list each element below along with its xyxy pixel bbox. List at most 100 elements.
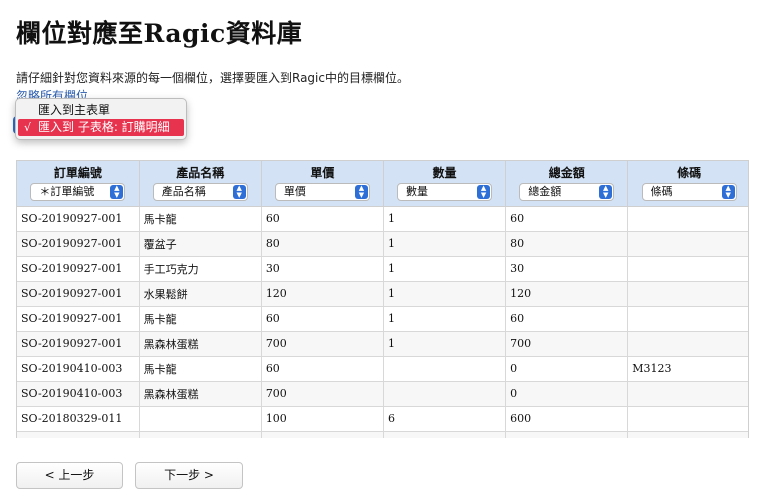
table-cell [627, 231, 748, 257]
table-cell [627, 306, 748, 332]
table-cell [627, 406, 748, 432]
column-header: 條碼 條碼 ▲ ▼ [627, 161, 748, 207]
table-row: SO-20190410-003 馬卡龍 60 0 M3123 [17, 356, 748, 382]
table-cell: 1 [383, 206, 507, 232]
table-cell: 100 [261, 406, 384, 432]
table-cell: 120 [261, 431, 384, 438]
checkmark-icon: √ [24, 121, 32, 134]
column-title: 訂單編號 [53, 166, 102, 180]
column-target-select[interactable]: 數量 ▲ ▼ [397, 183, 493, 201]
table-cell [627, 281, 748, 307]
select-value: 條碼 [650, 185, 673, 198]
table-cell: 700 [261, 381, 384, 407]
table-row: SO-20190927-001 手工巧克力 30 1 30 [17, 256, 748, 282]
table-cell: 30 [261, 256, 384, 282]
table-row: SO-20190927-001 覆盆子 80 1 80 [17, 231, 748, 257]
table-cell [627, 331, 748, 357]
column-header: 單價 單價 ▲ ▼ [261, 161, 384, 207]
select-value: ＊訂單編號 [39, 185, 95, 198]
column-title: 條碼 [677, 166, 702, 180]
table-cell: SO-20180329-011 [17, 431, 140, 438]
column-title: 數量 [432, 166, 457, 180]
updown-arrow-icon: ▲ ▼ [599, 185, 613, 199]
table-row: SO-20190410-003 黑森林蛋糕 700 0 [17, 381, 748, 407]
table-cell: SO-20190927-001 [17, 206, 140, 232]
table-cell [627, 206, 748, 232]
table-cell: SO-20190927-001 [17, 281, 140, 307]
table-cell: 馬卡龍 [139, 206, 262, 232]
dropdown-item-main-form[interactable]: 匯入到主表單 [16, 102, 186, 119]
table-cell: 60 [505, 306, 629, 332]
table-cell: SO-20190927-001 [17, 331, 140, 357]
table-cell: 1 [383, 306, 507, 332]
column-target-select[interactable]: 總金額 ▲ ▼ [519, 183, 615, 201]
dropdown-item-label: 匯入到 子表格: 訂購明細 [38, 120, 170, 134]
table-cell: 馬卡龍 [139, 306, 262, 332]
table-cell [627, 381, 748, 407]
table-cell: 覆盆子 [139, 231, 262, 257]
select-value: 單價 [283, 185, 306, 198]
table-cell: 1 [383, 231, 507, 257]
table-cell: 黑森林蛋糕 [139, 381, 262, 407]
column-header: 總金額 總金額 ▲ ▼ [505, 161, 629, 207]
table-cell: 60 [261, 356, 384, 382]
table-cell: 黑森林蛋糕 [139, 331, 262, 357]
table-cell: 6 [383, 431, 507, 438]
table-cell: SO-20190410-003 [17, 381, 140, 407]
table-cell: SO-20190410-003 [17, 356, 140, 382]
table-cell: 600 [505, 406, 629, 432]
updown-arrow-icon: ▲ ▼ [232, 185, 246, 199]
table-row: SO-20180329-011 100 6 600 [17, 406, 748, 432]
table-cell: 120 [261, 281, 384, 307]
table-cell [627, 256, 748, 282]
table-cell: 720 [505, 431, 629, 438]
table-row: SO-20190927-001 黑森林蛋糕 700 1 700 [17, 331, 748, 357]
column-header: 產品名稱 產品名稱 ▲ ▼ [139, 161, 262, 207]
table-cell: 1 [383, 281, 507, 307]
column-target-select[interactable]: 單價 ▲ ▼ [274, 183, 370, 201]
table-cell: 6 [383, 406, 507, 432]
table-cell: 0 [505, 381, 629, 407]
table-cell: 馬卡龍 [139, 356, 262, 382]
updown-arrow-icon: ▲ ▼ [721, 185, 735, 199]
select-value: 產品名稱 [161, 185, 206, 198]
table-cell [383, 381, 507, 407]
table-cell: SO-20190927-001 [17, 256, 140, 282]
column-target-select[interactable]: 條碼 ▲ ▼ [641, 183, 737, 201]
select-value: 總金額 [528, 185, 562, 198]
table-cell: 80 [261, 231, 384, 257]
table-row: SO-20190927-001 水果鬆餅 120 1 120 [17, 281, 748, 307]
column-header: 數量數量 ▲ ▼ [383, 161, 507, 207]
table-row: SO-20180329-011水果塔1206720 [17, 431, 748, 438]
next-step-button[interactable]: 下一步 > [135, 462, 243, 489]
table-cell: 700 [505, 331, 629, 357]
field-mapping-table: 訂單編號 ＊訂單編號 ▲ ▼ 產品名稱 產品名稱 ▲ ▼ 單價 單價 ▲ ▼ 數量 數量 ▲ ▼ 總金額 總金額 ▲… [16, 160, 749, 438]
page-description: 請仔細針對您資料來源的每一個欄位，選擇要匯入到Ragic中的目標欄位。 [16, 71, 409, 85]
column-target-select[interactable]: 產品名稱 ▲ ▼ [152, 183, 248, 201]
table-cell: 水果塔 [139, 431, 262, 438]
table-cell: SO-20180329-011 [17, 406, 140, 432]
table-cell: M3123 [627, 356, 748, 382]
page-title: 欄位對應至Ragic資料庫 [16, 19, 303, 48]
dropdown-item-label: 匯入到主表單 [38, 103, 111, 117]
table-cell: 1 [383, 256, 507, 282]
import-target-dropdown[interactable]: 匯入到主表單 √ 匯入到 子表格: 訂購明細 [15, 98, 187, 140]
table-row: SO-20190927-001 馬卡龍 60 1 60 [17, 206, 748, 232]
table-cell: SO-20190927-001 [17, 306, 140, 332]
column-header: 訂單編號 ＊訂單編號 ▲ ▼ [17, 161, 140, 207]
table-cell [139, 406, 262, 432]
prev-step-button[interactable]: < 上一步 [16, 462, 123, 489]
column-title: 單價 [310, 166, 335, 180]
table-header-row: 訂單編號 ＊訂單編號 ▲ ▼ 產品名稱 產品名稱 ▲ ▼ 單價 單價 ▲ ▼ 數量 數量 ▲ ▼ 總金額 總金額 ▲… [17, 161, 748, 207]
dropdown-item-subtable[interactable]: √ 匯入到 子表格: 訂購明細 [18, 119, 184, 136]
table-cell [627, 431, 748, 438]
column-title: 產品名稱 [176, 166, 225, 180]
updown-arrow-icon: ▲ ▼ [354, 185, 368, 199]
table-cell: 60 [261, 206, 384, 232]
updown-arrow-icon: ▲ ▼ [477, 185, 491, 199]
table-cell: 120 [505, 281, 629, 307]
table-cell: 手工巧克力 [139, 256, 262, 282]
updown-arrow-icon: ▲ ▼ [110, 185, 124, 199]
column-target-select[interactable]: ＊訂單編號 ▲ ▼ [30, 183, 126, 201]
table-cell: 700 [261, 331, 384, 357]
